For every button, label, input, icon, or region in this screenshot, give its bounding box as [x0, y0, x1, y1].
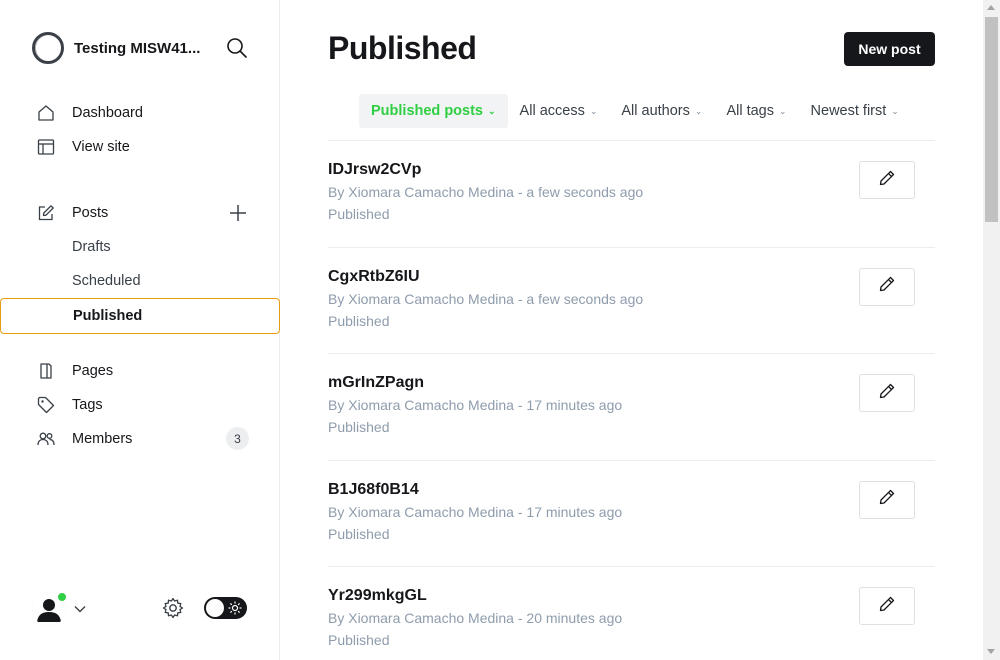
sidebar-item-view-site[interactable]: View site [0, 130, 280, 164]
post-list-item[interactable]: Yr299mkgGL By Xiomara Camacho Medina - 2… [328, 566, 935, 660]
page-scrollbar[interactable] [983, 0, 1000, 660]
scroll-up-icon[interactable] [987, 5, 995, 10]
page-icon [37, 362, 55, 380]
site-brand[interactable]: Testing MISW41... [32, 32, 200, 64]
search-icon[interactable] [226, 37, 248, 59]
page-title: Published [328, 30, 477, 66]
add-post-icon[interactable] [229, 204, 247, 222]
edit-post-button[interactable] [859, 480, 915, 519]
sidebar-item-label: Posts [72, 205, 109, 221]
sidebar-item-tags[interactable]: Tags [0, 388, 280, 422]
sidebar-item-label: Drafts [72, 239, 111, 255]
chevron-down-icon: ⌄ [779, 105, 787, 116]
chevron-down-icon[interactable] [74, 602, 86, 614]
post-list-item[interactable]: IDJrsw2CVp By Xiomara Camacho Medina - a… [328, 140, 935, 247]
filter-label: All authors [621, 103, 690, 119]
edit-icon [37, 204, 55, 222]
toggle-knob [206, 599, 224, 617]
sidebar-item-dashboard[interactable]: Dashboard [0, 96, 280, 130]
scrollbar-thumb[interactable] [985, 17, 998, 222]
filter-label: All tags [726, 103, 774, 119]
filter-tags[interactable]: All tags ⌄ [714, 94, 798, 128]
main-nav: Dashboard View site [0, 96, 280, 164]
sidebar-footer [32, 590, 252, 626]
sidebar-item-label: Scheduled [72, 273, 141, 289]
chevron-down-icon: ⌄ [891, 105, 899, 116]
chevron-down-icon: ⌄ [488, 105, 496, 116]
filter-authors[interactable]: All authors ⌄ [609, 94, 714, 128]
edit-post-button[interactable] [859, 161, 915, 199]
sidebar-item-members[interactable]: Members 3 [0, 422, 280, 456]
post-status: Published [328, 632, 390, 648]
sidebar-item-label: View site [72, 139, 130, 155]
theme-toggle[interactable] [204, 597, 247, 619]
edit-post-button[interactable] [859, 374, 915, 412]
pencil-icon [879, 383, 895, 404]
members-icon [37, 430, 55, 448]
post-list: IDJrsw2CVp By Xiomara Camacho Medina - a… [328, 140, 935, 660]
post-status: Published [328, 525, 390, 542]
post-list-item[interactable]: B1J68f0B14 By Xiomara Camacho Medina - 1… [328, 459, 935, 567]
post-status: Published [328, 206, 390, 222]
post-list-item[interactable]: CgxRtbZ6IU By Xiomara Camacho Medina - a… [328, 246, 935, 354]
post-title[interactable]: mGrInZPagn [328, 374, 424, 392]
main-content: Published New post Published posts ⌄ All … [280, 0, 985, 660]
post-title[interactable]: IDJrsw2CVp [328, 161, 421, 179]
site-name: Testing MISW41... [74, 39, 201, 57]
gear-icon[interactable] [162, 597, 184, 619]
home-icon [37, 104, 55, 122]
sidebar-item-label: Tags [72, 397, 103, 413]
layout-icon [37, 138, 55, 156]
sidebar-item-drafts[interactable]: Drafts [0, 230, 280, 264]
sidebar-item-label: Published [73, 308, 143, 324]
pencil-icon [879, 276, 895, 297]
post-meta: By Xiomara Camacho Medina - 20 minutes a… [328, 610, 623, 626]
new-post-button[interactable]: New post [844, 32, 935, 66]
post-title[interactable]: Yr299mkgGL [328, 587, 427, 605]
secondary-nav: Pages Tags Members 3 [0, 354, 280, 456]
sidebar-item-label: Dashboard [72, 105, 143, 121]
filter-access[interactable]: All access ⌄ [508, 94, 610, 128]
online-status-icon [57, 592, 67, 602]
filter-label: Published posts [371, 103, 483, 119]
sidebar-item-posts[interactable]: Posts [0, 196, 280, 230]
post-meta: By Xiomara Camacho Medina - a few second… [328, 184, 644, 200]
scroll-down-icon[interactable] [987, 649, 995, 654]
post-status: Published [328, 312, 390, 329]
site-logo-icon [32, 32, 64, 64]
filter-label: Newest first [810, 103, 887, 119]
post-meta: By Xiomara Camacho Medina - a few second… [328, 290, 644, 307]
tag-icon [37, 396, 55, 414]
filter-bar: Published posts ⌄ All access ⌄ All authors… [359, 94, 911, 128]
edit-post-button[interactable] [859, 587, 915, 625]
filter-label: All access [519, 103, 585, 119]
chevron-down-icon: ⌄ [589, 105, 598, 116]
filter-order[interactable]: Newest first ⌄ [799, 94, 911, 128]
filter-type[interactable]: Published posts ⌄ [359, 94, 508, 128]
sidebar-item-pages[interactable]: Pages [0, 354, 280, 388]
sidebar-item-label: Pages [72, 363, 114, 379]
chevron-down-icon: ⌄ [694, 105, 703, 116]
sidebar: Testing MISW41... Dashboard View site Po… [0, 0, 280, 660]
members-count-badge: 3 [226, 427, 249, 450]
post-list-item[interactable]: mGrInZPagn By Xiomara Camacho Medina - 1… [328, 353, 935, 460]
sidebar-item-label: Members [72, 431, 133, 447]
post-meta: By Xiomara Camacho Medina - 17 minutes a… [328, 397, 623, 413]
posts-nav: Posts Drafts Scheduled Published [0, 196, 280, 334]
edit-post-button[interactable] [859, 267, 915, 306]
sidebar-item-scheduled[interactable]: Scheduled [0, 264, 280, 298]
post-status: Published [328, 419, 390, 435]
sidebar-item-published[interactable]: Published [0, 298, 280, 334]
pencil-icon [879, 596, 895, 617]
pencil-icon [879, 489, 895, 510]
post-title[interactable]: B1J68f0B14 [328, 481, 419, 499]
pencil-icon [879, 170, 895, 191]
sun-icon [228, 601, 242, 615]
post-meta: By Xiomara Camacho Medina - 17 minutes a… [328, 503, 623, 520]
post-title[interactable]: CgxRtbZ6IU [328, 268, 420, 286]
